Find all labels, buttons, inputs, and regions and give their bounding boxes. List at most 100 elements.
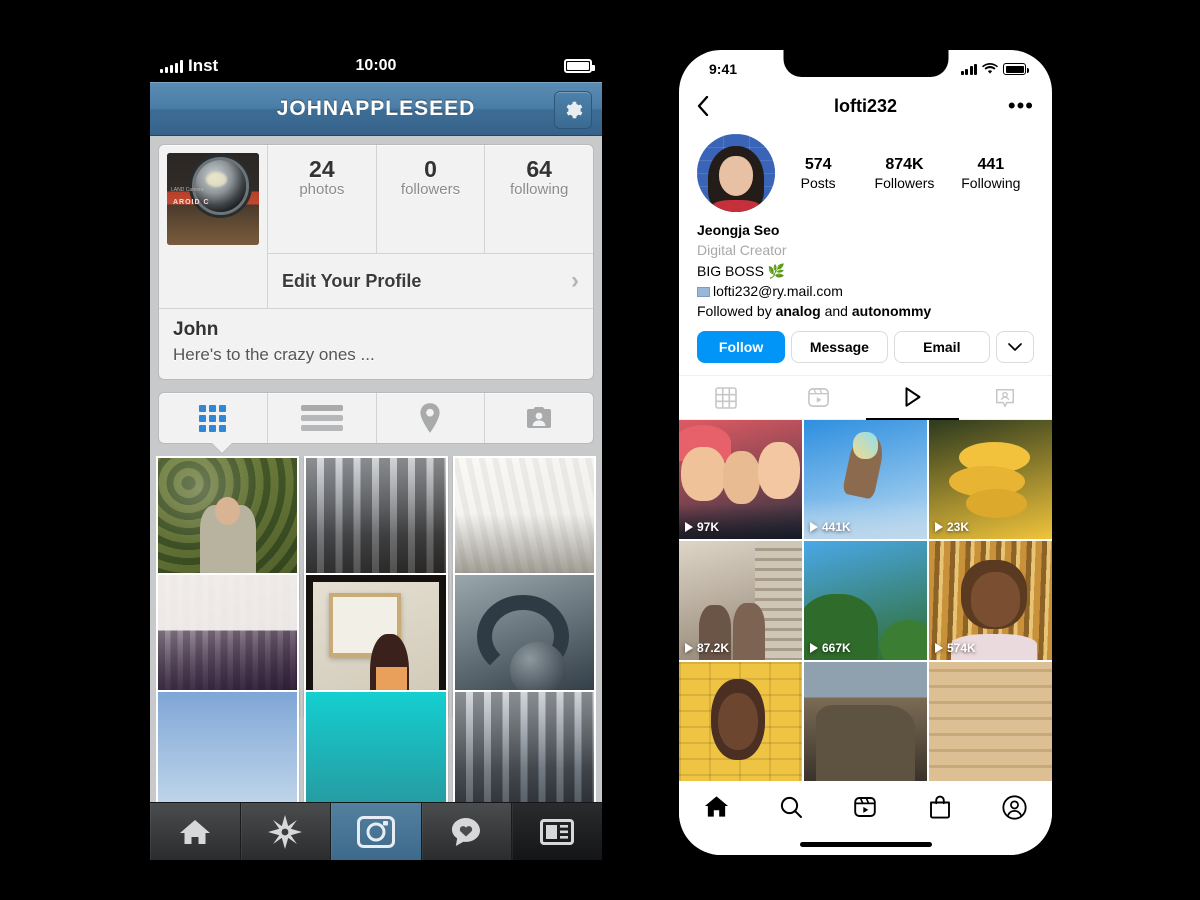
profile-stats: 24 photos 0 followers 64 following	[267, 145, 593, 253]
stat-followers[interactable]: 0 followers	[377, 145, 486, 253]
reel-tile[interactable]: 667K	[804, 541, 927, 661]
tab-grid[interactable]	[679, 376, 773, 421]
explore-tab[interactable]	[241, 803, 332, 860]
reels-tab[interactable]	[828, 795, 903, 819]
stat-posts[interactable]: 574 Posts	[775, 156, 861, 191]
view-count-label: 97K	[697, 520, 720, 535]
tab-reels[interactable]	[772, 376, 866, 421]
followed-by-row: Followed by analog and autonommy	[697, 301, 1034, 321]
profile-navbar: lofti232 •••	[679, 84, 1052, 128]
search-icon	[780, 796, 802, 818]
stat-value: 64	[526, 156, 552, 182]
screenshot-canvas: Inst 10:00 JOHNAPPLESEED LAND Camera ARO…	[0, 0, 1200, 900]
chevron-left-icon[interactable]	[697, 96, 709, 116]
sidebar-item-map-view[interactable]	[377, 393, 486, 443]
stat-value: 574	[804, 155, 832, 173]
reel-tile[interactable]: 87.2K	[679, 541, 802, 661]
ios-status-bar: 9:41	[679, 50, 1052, 84]
sidebar-item-tagged-view[interactable]	[485, 393, 593, 443]
shop-tab[interactable]	[903, 795, 978, 819]
follow-button[interactable]: Follow	[697, 331, 786, 364]
avatar[interactable]: LAND Camera AROID C	[159, 145, 267, 253]
reel-tile[interactable]	[804, 662, 927, 781]
ios6-status-bar: Inst 10:00	[150, 50, 602, 82]
battery-icon	[1003, 63, 1029, 75]
tab-tagged[interactable]	[958, 376, 1052, 421]
email-row: lofti232@ry.mail.com	[697, 281, 1034, 301]
legacy-instagram-phone: Inst 10:00 JOHNAPPLESEED LAND Camera ARO…	[150, 50, 602, 860]
view-count: 23K	[935, 520, 969, 534]
search-tab[interactable]	[754, 795, 829, 819]
stat-following[interactable]: 441 Following	[948, 156, 1034, 191]
reel-tile[interactable]	[679, 662, 802, 781]
legacy-content: LAND Camera AROID C 24 photos 0 follower…	[150, 136, 602, 802]
view-count: 574K	[935, 641, 976, 655]
home-icon	[704, 796, 728, 817]
news-tab[interactable]	[512, 803, 602, 860]
list-icon	[300, 405, 343, 431]
photo-tile[interactable]	[156, 690, 300, 802]
heart-speech-bubble-icon	[451, 817, 480, 846]
stat-label: following	[509, 181, 569, 199]
edit-profile-row[interactable]: Edit Your Profile ›	[267, 253, 593, 308]
location-pin-icon	[420, 403, 440, 433]
reels-icon	[808, 388, 830, 408]
home-tab[interactable]	[679, 795, 754, 819]
news-feed-icon	[540, 818, 575, 845]
reel-tile[interactable]	[929, 662, 1052, 781]
mutual-1[interactable]: analog	[776, 303, 821, 319]
camera-tab[interactable]	[331, 803, 422, 860]
camera-icon	[356, 815, 395, 848]
view-segment-wrapper	[158, 392, 594, 453]
stat-label: Posts	[800, 174, 836, 191]
play-triangle-icon	[935, 643, 943, 654]
stat-photos[interactable]: 24 photos	[268, 145, 377, 253]
settings-button[interactable]	[554, 91, 592, 129]
status-clock: 9:41	[709, 61, 738, 77]
play-triangle-icon	[810, 643, 818, 654]
reel-tile[interactable]: 23K	[929, 420, 1052, 540]
edit-profile-label: Edit Your Profile	[282, 270, 422, 291]
signal-bars-icon	[960, 63, 977, 75]
profile-action-buttons: Follow Message Email	[679, 321, 1052, 364]
stat-value: 24	[309, 156, 335, 182]
profile-tab[interactable]	[977, 794, 1052, 820]
message-button[interactable]: Message	[791, 331, 888, 364]
activity-tab[interactable]	[422, 803, 513, 860]
stat-label: followers	[400, 181, 461, 199]
email-text: lofti232@ry.mail.com	[713, 282, 843, 299]
tab-igtv[interactable]	[865, 376, 959, 421]
stat-followers[interactable]: 874K Followers	[861, 156, 947, 191]
more-options-button[interactable]	[996, 331, 1034, 364]
reel-tile[interactable]: 574K	[929, 541, 1052, 661]
photo-tile[interactable]	[304, 690, 448, 802]
home-indicator	[679, 833, 1052, 855]
segment-active-caret	[212, 443, 232, 453]
battery-icon	[564, 59, 595, 73]
view-count: 97K	[685, 520, 719, 534]
reels-icon	[854, 797, 877, 817]
legacy-navbar: JOHNAPPLESEED	[150, 82, 602, 136]
polaroid-camera-photo: LAND Camera AROID C	[167, 153, 259, 245]
photo-tile[interactable]	[452, 690, 596, 802]
mutual-2[interactable]: autonommy	[852, 303, 931, 319]
view-count: 87.2K	[685, 641, 729, 655]
bio-text: BIG BOSS 🌿	[697, 262, 786, 279]
sidebar-item-list-view[interactable]	[268, 393, 377, 443]
stat-label: Followers	[874, 174, 935, 191]
grid-icon	[714, 387, 737, 409]
profile-top-row: LAND Camera AROID C 24 photos 0 follower…	[159, 145, 593, 253]
ellipsis-icon[interactable]: •••	[1008, 94, 1034, 116]
page-title: JOHNAPPLESEED	[276, 97, 476, 120]
reel-tile[interactable]: 441K	[804, 420, 927, 540]
avatar[interactable]	[697, 134, 775, 212]
mail-icon	[697, 286, 710, 297]
play-triangle-icon	[905, 387, 921, 408]
sidebar-item-grid-view[interactable]	[159, 393, 268, 443]
home-tab[interactable]	[150, 803, 241, 860]
reel-tile[interactable]: 97K	[679, 420, 802, 540]
stat-following[interactable]: 64 following	[485, 145, 593, 253]
email-button[interactable]: Email	[893, 331, 990, 364]
star-burst-icon	[268, 814, 303, 849]
bio-block: Jeongja Seo Digital Creator BIG BOSS 🌿 l…	[679, 212, 1052, 321]
